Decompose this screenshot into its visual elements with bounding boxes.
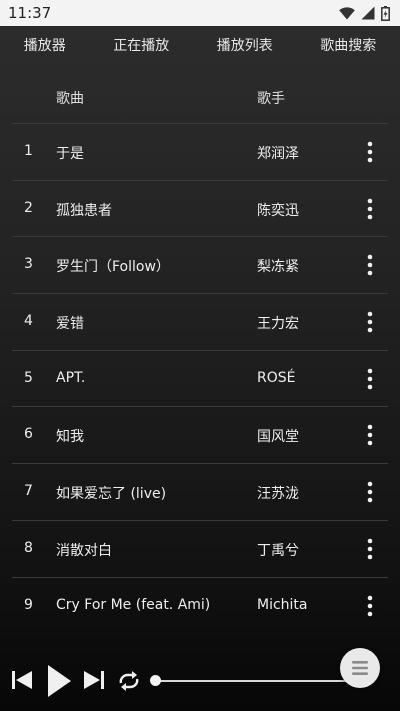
repeat-icon[interactable] (116, 670, 142, 692)
song-row[interactable]: 6 知我 国风堂 (12, 407, 388, 465)
more-options-icon[interactable] (360, 537, 380, 561)
song-artist: 国风堂 (257, 429, 299, 446)
more-options-icon[interactable] (360, 367, 380, 391)
song-artist: 王力宏 (257, 316, 299, 333)
cell-signal-icon (361, 6, 375, 20)
skip-previous-icon[interactable] (10, 668, 34, 692)
more-options-icon[interactable] (360, 197, 380, 221)
song-row[interactable]: 8 消散对白 丁禹兮 (12, 521, 388, 578)
song-number: 6 (24, 426, 33, 443)
song-title: 如果爱忘了 (live) (56, 486, 167, 503)
column-header-artist: 歌手 (257, 91, 285, 107)
play-icon[interactable] (46, 664, 72, 698)
song-number: 5 (24, 369, 33, 386)
more-options-icon[interactable] (360, 310, 380, 334)
song-artist: 丁禹兮 (257, 542, 299, 559)
song-title: 爱错 (56, 316, 84, 333)
menu-button[interactable] (340, 648, 380, 688)
song-artist: 汪苏泷 (257, 486, 299, 503)
song-artist: ROSÉ (257, 369, 296, 386)
song-number: 4 (24, 313, 33, 330)
song-number: 9 (24, 596, 33, 613)
song-artist: 陈奕迅 (257, 202, 299, 219)
song-title: Cry For Me (feat. Ami) (56, 596, 211, 613)
song-number: 3 (24, 256, 33, 273)
song-title: 孤独患者 (56, 202, 112, 219)
progress-knob[interactable] (150, 675, 161, 686)
song-row[interactable]: 9 Cry For Me (feat. Ami) Michita (12, 578, 388, 635)
status-bar: 11:37 (0, 0, 400, 26)
tab-bar: 播放器 正在播放 播放列表 歌曲搜索 (0, 26, 400, 64)
more-options-icon[interactable] (360, 423, 380, 447)
progress-track[interactable] (152, 680, 364, 682)
song-row[interactable]: 7 如果爱忘了 (live) 汪苏泷 (12, 464, 388, 521)
more-options-icon[interactable] (360, 253, 380, 277)
song-row[interactable]: 5 APT. ROSÉ (12, 351, 388, 408)
song-list: 1 于是 郑润泽 2 孤独患者 陈奕迅 3 罗生门（Follow） 梨冻紧 4 爱错 王力宏 5 APT.… (12, 124, 388, 634)
song-number: 1 (24, 143, 33, 159)
battery-icon (381, 5, 390, 21)
more-options-icon[interactable] (360, 594, 380, 618)
song-row[interactable]: 2 孤独患者 陈奕迅 (12, 181, 388, 238)
song-artist: 梨冻紧 (257, 259, 299, 276)
more-options-icon[interactable] (360, 140, 380, 164)
wifi-icon (339, 6, 355, 19)
menu-icon (352, 661, 368, 675)
tab-playlist[interactable]: 播放列表 (213, 29, 277, 61)
tab-now-playing[interactable]: 正在播放 (109, 29, 173, 61)
more-options-icon[interactable] (360, 480, 380, 504)
song-row[interactable]: 4 爱错 王力宏 (12, 294, 388, 351)
song-number: 8 (24, 539, 33, 556)
song-title: 消散对白 (56, 542, 112, 559)
skip-next-icon[interactable] (82, 668, 106, 692)
tab-player[interactable]: 播放器 (20, 29, 70, 61)
column-header-title: 歌曲 (56, 91, 84, 107)
song-title: 知我 (56, 429, 84, 446)
song-title: 罗生门（Follow） (56, 259, 170, 276)
song-number: 2 (24, 199, 33, 216)
tab-song-search[interactable]: 歌曲搜索 (316, 29, 380, 61)
song-artist: Michita (257, 596, 308, 613)
song-title: 于是 (56, 146, 84, 162)
song-table-header: 歌曲 歌手 (12, 72, 388, 124)
song-number: 7 (24, 483, 33, 500)
music-player-screen: 播放器 正在播放 播放列表 歌曲搜索 歌曲 歌手 1 于是 郑润泽 2 孤独患者 陈奕迅 3… (0, 26, 400, 711)
status-icons (339, 5, 390, 21)
song-artist: 郑润泽 (257, 146, 299, 162)
song-row[interactable]: 3 罗生门（Follow） 梨冻紧 (12, 237, 388, 295)
status-time: 11:37 (8, 4, 52, 22)
song-title: APT. (56, 369, 86, 386)
song-row[interactable]: 1 于是 郑润泽 (12, 124, 388, 181)
